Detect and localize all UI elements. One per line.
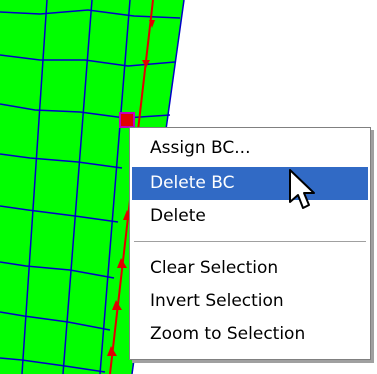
menu-item-delete-bc[interactable]: Delete BC (132, 167, 368, 200)
menu-separator (134, 241, 366, 243)
selected-node-marker[interactable] (119, 112, 135, 128)
menu-item-assign-bc[interactable]: Assign BC... (132, 132, 368, 165)
menu-item-clear-selection[interactable]: Clear Selection (132, 252, 368, 285)
context-menu: Assign BC... Delete BC Delete Clear Sele… (129, 127, 371, 360)
menu-item-zoom-to-selection[interactable]: Zoom to Selection (132, 318, 368, 351)
menu-item-delete[interactable]: Delete (132, 200, 368, 233)
menu-item-invert-selection[interactable]: Invert Selection (132, 285, 368, 318)
